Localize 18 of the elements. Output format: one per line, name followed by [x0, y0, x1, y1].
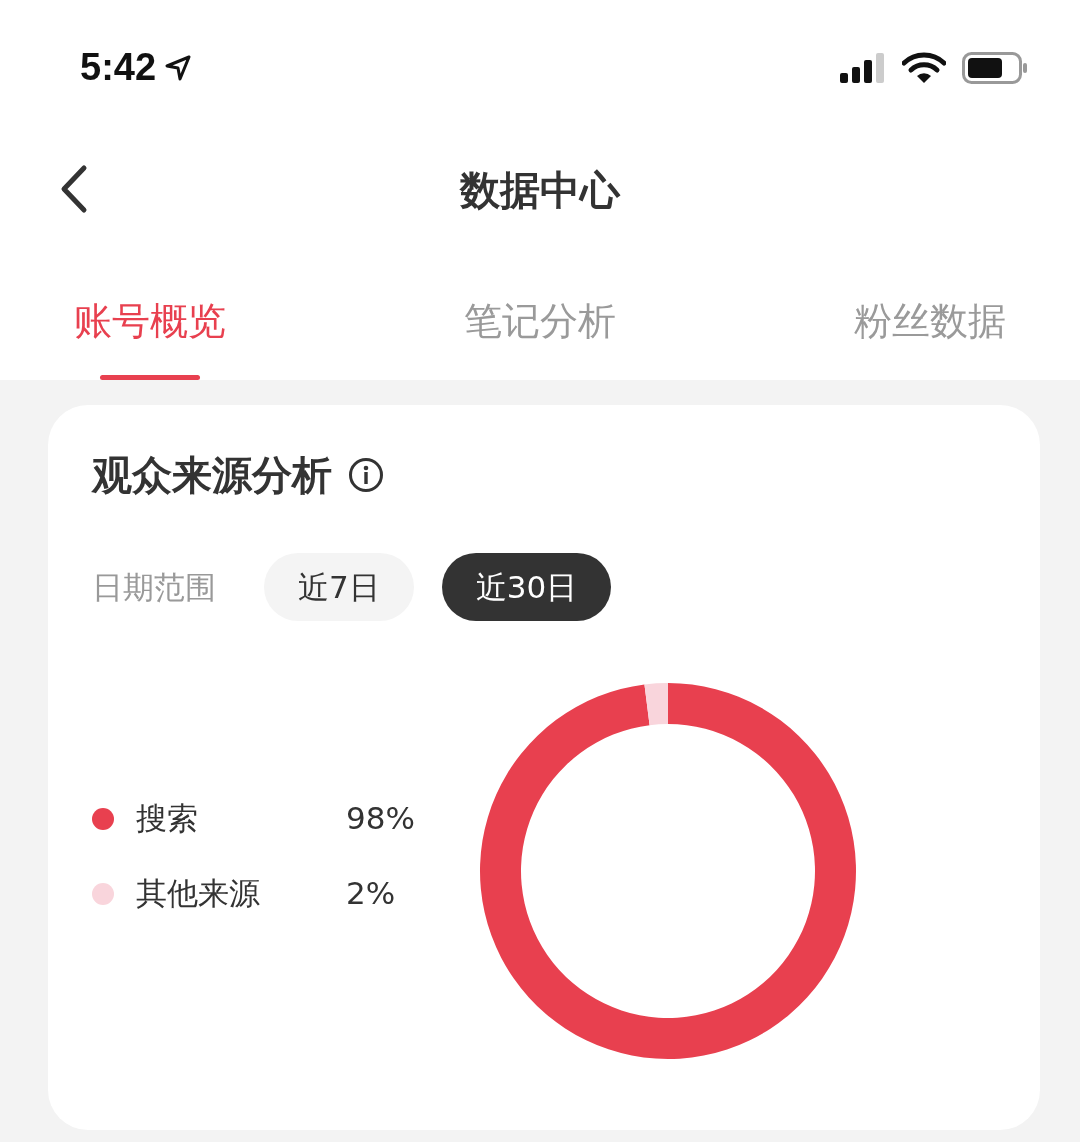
legend-label: 搜索: [136, 799, 199, 839]
wifi-icon: [902, 51, 946, 84]
range-option[interactable]: 近30日: [441, 553, 612, 621]
card-title: 观众来源分析: [92, 451, 332, 500]
legend-value: 98%: [346, 799, 415, 839]
status-time: 5:42: [80, 45, 157, 90]
tab[interactable]: 粉丝数据: [840, 293, 1020, 380]
signal-icon: [840, 52, 886, 83]
page-title: 数据中心: [460, 166, 620, 215]
tab[interactable]: 笔记分析: [450, 293, 630, 380]
battery-icon: [962, 51, 1028, 84]
location-arrow-icon: [164, 53, 193, 82]
range-option[interactable]: 近7日: [264, 553, 414, 621]
legend-label: 其他来源: [136, 874, 261, 914]
tab[interactable]: 账号概览: [60, 293, 240, 380]
legend-value: 2%: [346, 874, 396, 914]
info-icon[interactable]: [348, 457, 384, 493]
date-range-label: 日期范围: [92, 567, 216, 607]
